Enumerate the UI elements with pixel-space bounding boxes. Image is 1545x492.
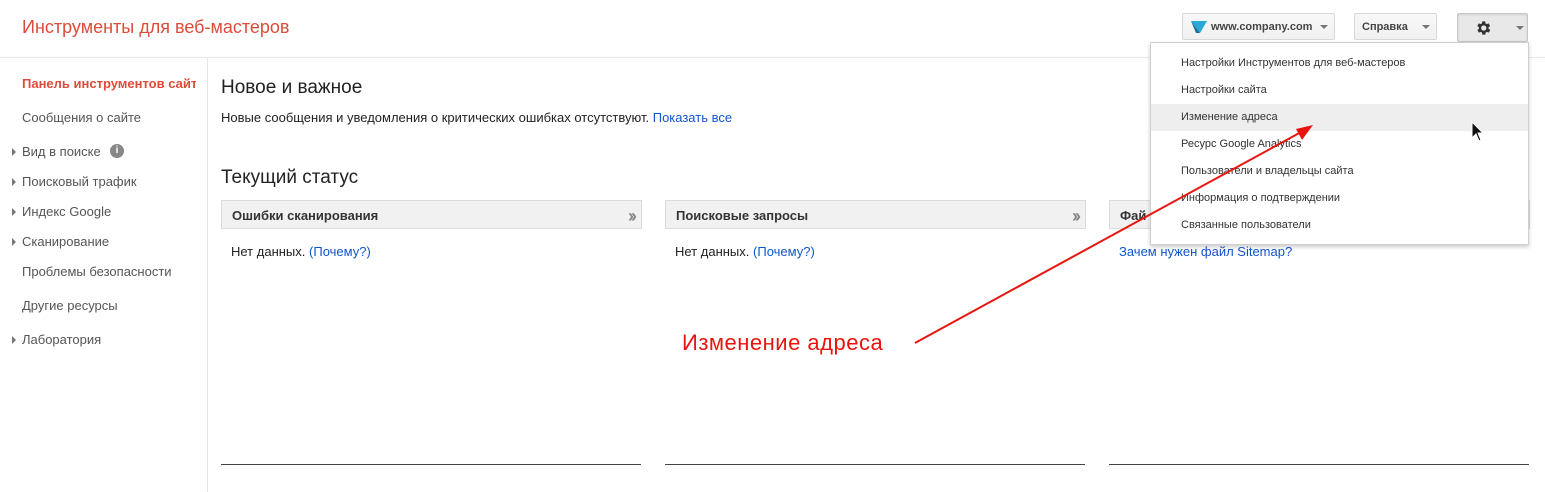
sitemaps-panel-body: Зачем нужен файл Sitemap? [1119, 244, 1292, 259]
sidebar-item-messages[interactable]: Сообщения о сайте [22, 110, 141, 125]
news-heading: Новое и важное [221, 77, 363, 98]
panel-divider [1109, 464, 1529, 465]
settings-dropdown-menu: Настройки Инструментов для веб-мастеров … [1150, 42, 1529, 245]
expand-arrow-icon[interactable] [12, 238, 16, 246]
why-sitemap-link[interactable]: Зачем нужен файл Sitemap? [1119, 244, 1292, 259]
menu-item-label: Ресурс Google Analytics [1181, 138, 1302, 150]
info-icon[interactable]: i [110, 144, 124, 158]
expand-arrow-icon[interactable] [12, 336, 16, 344]
app-title[interactable]: Инструменты для веб-мастеров [22, 17, 290, 38]
menu-item-change-of-address[interactable]: Изменение адреса [1151, 104, 1528, 131]
menu-item-associates[interactable]: Связанные пользователи [1151, 212, 1528, 239]
search-queries-panel-header[interactable]: Поисковые запросы ›› [665, 200, 1086, 229]
chevron-down-icon [1320, 25, 1328, 29]
status-heading: Текущий статус [221, 167, 359, 188]
expand-arrow-icon[interactable] [12, 208, 16, 216]
menu-item-users-owners[interactable]: Пользователи и владельцы сайта [1151, 158, 1528, 185]
menu-item-label: Пользователи и владельцы сайта [1181, 165, 1354, 177]
menu-item-verification-details[interactable]: Информация о подтверждении [1151, 185, 1528, 212]
sidebar-item-crawl[interactable]: Сканирование [22, 234, 109, 249]
show-all-link[interactable]: Показать все [653, 110, 732, 125]
sidebar-item-search-appearance[interactable]: Вид в поиске [22, 144, 101, 159]
menu-item-label: Настройки Инструментов для веб-мастеров [1181, 57, 1406, 69]
annotation-label: Изменение адреса [682, 330, 884, 355]
sidebar-item-other-resources[interactable]: Другие ресурсы [22, 298, 118, 313]
panel-title: Ошибки сканирования [232, 208, 379, 223]
sidebar-item-security[interactable]: Проблемы безопасности [22, 264, 172, 279]
panel-title: Фай [1120, 208, 1147, 223]
news-message: Новые сообщения и уведомления о критичес… [221, 110, 650, 125]
news-message-line: Новые сообщения и уведомления о критичес… [221, 110, 732, 125]
chevron-down-icon [1422, 25, 1430, 29]
panel-title: Поисковые запросы [676, 208, 809, 223]
menu-item-site-settings[interactable]: Настройки сайта [1151, 77, 1528, 104]
menu-item-label: Информация о подтверждении [1181, 192, 1341, 204]
sidebar-item-dashboard[interactable]: Панель инструментов сайта [22, 76, 196, 91]
no-data-text: Нет данных. [231, 244, 306, 259]
sidebar-item-labs[interactable]: Лаборатория [22, 332, 101, 347]
gear-icon [1477, 21, 1491, 35]
chevron-down-icon [1516, 26, 1524, 30]
panel-divider [221, 464, 641, 465]
help-button-label: Справка [1362, 21, 1408, 33]
why-link[interactable]: (Почему?) [309, 244, 371, 259]
menu-item-label: Изменение адреса [1181, 111, 1278, 123]
site-selector-label: www.company.com [1211, 21, 1313, 33]
panel-divider [665, 464, 1085, 465]
expand-arrow-icon[interactable] [12, 148, 16, 156]
crawl-errors-panel-header[interactable]: Ошибки сканирования ›› [221, 200, 642, 229]
menu-item-label: Связанные пользователи [1181, 219, 1311, 231]
sidebar-item-search-traffic[interactable]: Поисковый трафик [22, 174, 137, 189]
menu-item-google-analytics[interactable]: Ресурс Google Analytics [1151, 131, 1528, 158]
company-logo-icon [1191, 21, 1207, 33]
menu-item-webmaster-settings[interactable]: Настройки Инструментов для веб-мастеров [1151, 50, 1528, 77]
settings-button[interactable] [1457, 13, 1528, 42]
menu-item-label: Настройки сайта [1181, 84, 1267, 96]
double-chevron-right-icon[interactable]: ›› [628, 206, 637, 227]
site-selector[interactable]: www.company.com [1182, 13, 1335, 40]
search-queries-panel-body: Нет данных. (Почему?) [675, 244, 815, 259]
double-chevron-right-icon[interactable]: ›› [1072, 206, 1081, 227]
no-data-text: Нет данных. [675, 244, 750, 259]
crawl-errors-panel-body: Нет данных. (Почему?) [231, 244, 371, 259]
why-link[interactable]: (Почему?) [753, 244, 815, 259]
expand-arrow-icon[interactable] [12, 178, 16, 186]
sidebar-item-google-index[interactable]: Индекс Google [22, 204, 111, 219]
help-button[interactable]: Справка [1354, 13, 1437, 40]
